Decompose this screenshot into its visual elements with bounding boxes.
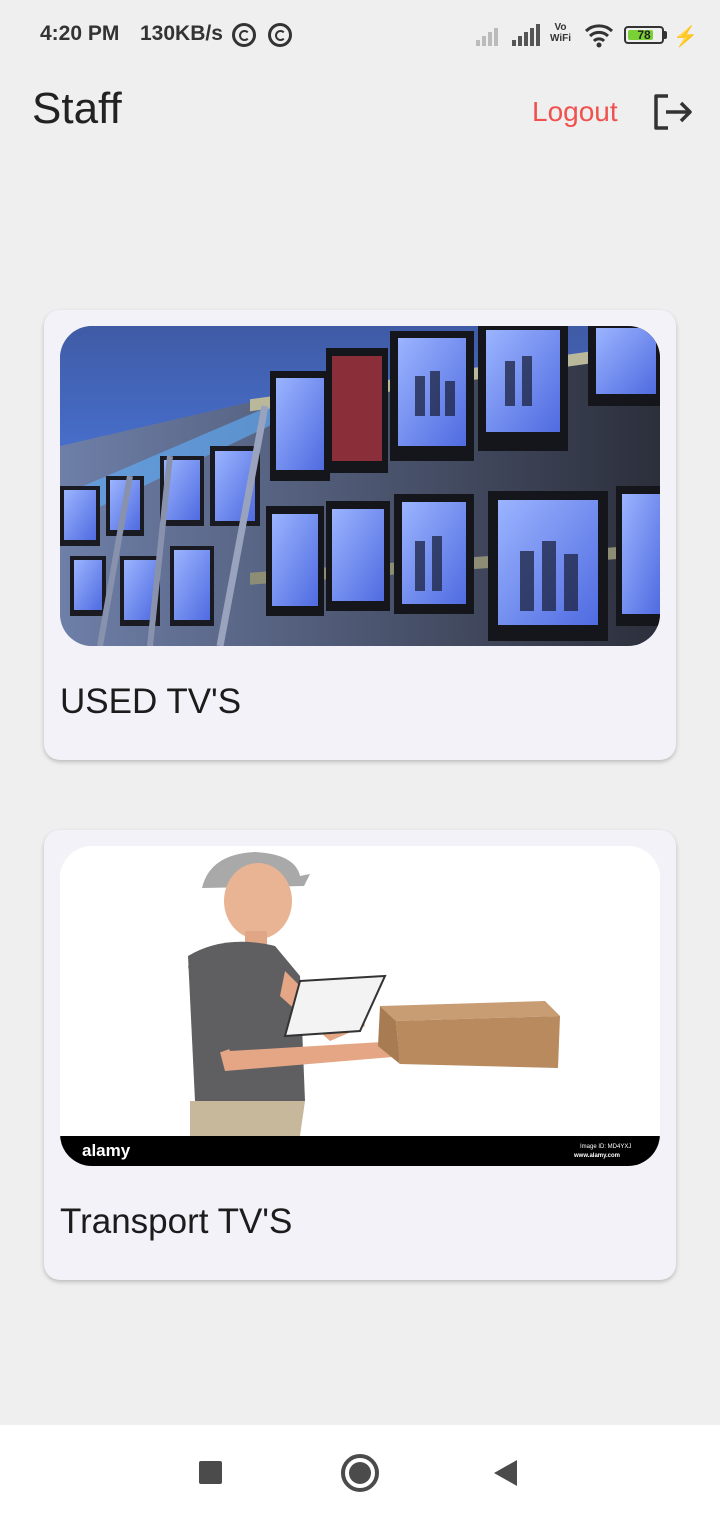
wifi-icon xyxy=(584,24,614,48)
tv-store-image xyxy=(60,326,660,646)
status-bar: 4:20 PM 130KB/s Vo WiFi 78 ⚡ xyxy=(0,0,720,70)
battery-level: 78 xyxy=(637,28,651,42)
used-tvs-card[interactable]: USED TV'S xyxy=(44,310,676,760)
recents-square-icon[interactable] xyxy=(199,1461,222,1484)
system-nav-bar xyxy=(0,1425,720,1520)
signal-icon xyxy=(512,24,542,46)
back-triangle-icon[interactable] xyxy=(494,1460,517,1486)
network-speed: 130KB/s xyxy=(140,22,223,45)
status-time: 4:20 PM xyxy=(40,22,120,45)
home-circle-icon[interactable] xyxy=(341,1454,379,1492)
logout-button[interactable]: Logout xyxy=(532,96,618,128)
sync-icon xyxy=(232,23,256,47)
sync-icon xyxy=(268,23,292,47)
page-title: Staff xyxy=(32,84,122,133)
watermark-id: Image ID: MD4YXJ xyxy=(580,1144,631,1150)
no-signal-icon xyxy=(476,24,506,46)
vowifi-icon: Vo WiFi xyxy=(550,22,572,44)
charging-icon: ⚡ xyxy=(673,26,698,48)
transport-tvs-card[interactable]: alamy Image ID: MD4YXJ www.alamy.com Tra… xyxy=(44,830,676,1280)
delivery-man-image: alamy Image ID: MD4YXJ www.alamy.com xyxy=(60,846,660,1166)
logout-icon[interactable] xyxy=(650,90,694,134)
watermark-url: www.alamy.com xyxy=(573,1153,620,1159)
battery-icon: 78 xyxy=(624,26,664,44)
card-label: Transport TV'S xyxy=(60,1202,293,1241)
watermark-brand: alamy xyxy=(82,1141,131,1160)
card-label: USED TV'S xyxy=(60,682,242,721)
